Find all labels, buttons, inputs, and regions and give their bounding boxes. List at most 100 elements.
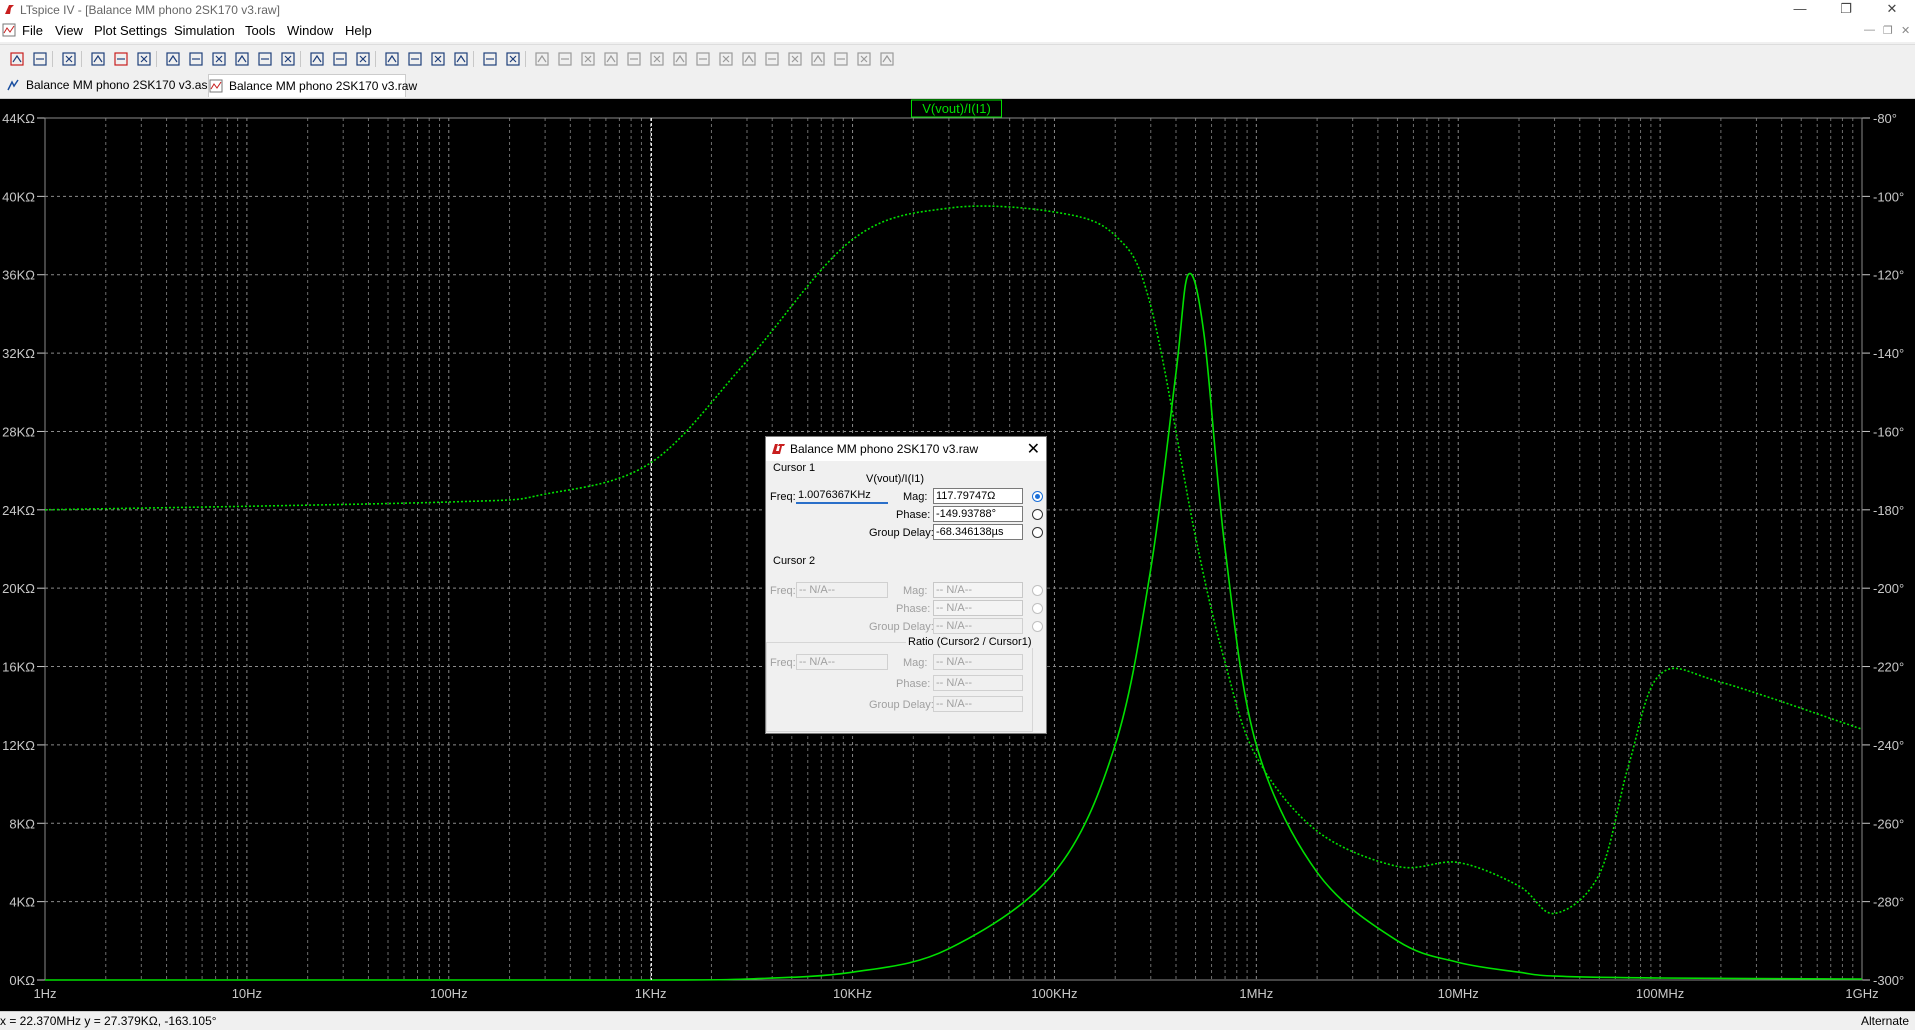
title-bar: LTspice IV - [Balance MM phono 2SK170 v3… (0, 0, 1915, 20)
mdi-minimize-icon[interactable]: — (1864, 24, 1875, 36)
redo-icon[interactable] (786, 50, 804, 68)
cursor2-group-delay-field[interactable]: -- N/A-- (933, 618, 1023, 634)
print-preview-icon[interactable] (481, 50, 499, 68)
cursor1-group-delay-field[interactable]: -68.346138µs (933, 524, 1023, 540)
paste-icon[interactable] (429, 50, 447, 68)
trace-label[interactable]: V(vout)/I(I1) (922, 101, 991, 116)
cursor2-phase-radio[interactable] (1032, 603, 1043, 614)
cursor2-mag-radio[interactable] (1032, 585, 1043, 596)
cursor-dialog: Balance MM phono 2SK170 v3.raw ✕ Cursor … (765, 436, 1047, 734)
menu-tools[interactable]: Tools (245, 23, 275, 38)
find-icon[interactable] (452, 50, 470, 68)
move-icon[interactable] (717, 50, 735, 68)
cursor1-mag-radio[interactable] (1032, 491, 1043, 502)
tile-vertical-icon[interactable] (354, 50, 372, 68)
y-left-tick-label: 44KΩ (2, 111, 35, 126)
y-left-tick-label: 28KΩ (2, 424, 35, 439)
x-tick-label: 100MHz (1636, 986, 1684, 1001)
cursor1-trace-name: V(vout)/I(I1) (866, 473, 925, 485)
ltspice-app-icon (5, 5, 14, 14)
cursor2-phase-label: Phase: (896, 603, 931, 615)
toolbar-separator (375, 51, 376, 67)
ratio-group-delay-field[interactable]: -- N/A-- (933, 696, 1023, 712)
run-icon[interactable] (112, 50, 130, 68)
menu-help[interactable]: Help (345, 23, 372, 38)
label-icon[interactable] (579, 50, 597, 68)
menu-simulation[interactable]: Simulation (174, 23, 235, 38)
component-icon[interactable] (694, 50, 712, 68)
x-tick-label: 1KHz (635, 986, 667, 1001)
toolbar (0, 44, 1915, 73)
zoom-extents-icon[interactable] (279, 50, 297, 68)
inductor-icon[interactable] (648, 50, 666, 68)
dialog-title-bar[interactable]: Balance MM phono 2SK170 v3.raw ✕ (766, 437, 1046, 461)
zoom-in-icon[interactable] (164, 50, 182, 68)
cursor1-phase-field[interactable]: -149.93788° (933, 506, 1023, 522)
menu-window[interactable]: Window (287, 23, 333, 38)
spice-directive-icon[interactable] (878, 50, 896, 68)
cursor1-phase-radio[interactable] (1032, 509, 1043, 520)
cursor1-freq-label: Freq: (770, 491, 796, 503)
minimize-icon[interactable]: — (1777, 0, 1823, 20)
ltspice-logo-icon (772, 444, 785, 454)
cut-icon[interactable] (383, 50, 401, 68)
zoom-out-icon[interactable] (210, 50, 228, 68)
cursor1-group-delay-radio[interactable] (1032, 527, 1043, 538)
ground-icon[interactable] (556, 50, 574, 68)
cursor2-mag-field[interactable]: -- N/A-- (933, 582, 1023, 598)
dialog-title: Balance MM phono 2SK170 v3.raw (790, 442, 979, 456)
schematic-icon (7, 79, 19, 91)
cursor2-group-delay-radio[interactable] (1032, 621, 1043, 632)
print-icon[interactable] (504, 50, 522, 68)
x-tick-label: 100Hz (430, 986, 468, 1001)
y-left-tick-label: 12KΩ (2, 738, 35, 753)
diode-icon[interactable] (671, 50, 689, 68)
tab-schematic[interactable]: Balance MM phono 2SK170 v3.asc (6, 74, 213, 96)
restore-icon[interactable]: ❐ (1823, 0, 1869, 20)
copy-icon[interactable] (406, 50, 424, 68)
new-schematic-icon[interactable] (8, 50, 26, 68)
wire-icon[interactable] (533, 50, 551, 68)
y-right-tick-label: -220° (1873, 660, 1904, 675)
resistor-icon[interactable] (602, 50, 620, 68)
tab-waveform[interactable]: Balance MM phono 2SK170 v3.raw (208, 74, 417, 97)
open-icon[interactable] (31, 50, 49, 68)
x-tick-label: 1GHz (1845, 986, 1878, 1001)
menu-file[interactable]: File (22, 23, 43, 38)
ratio-mag-field[interactable]: -- N/A-- (933, 654, 1023, 670)
y-right-tick-label: -240° (1873, 738, 1904, 753)
window-title: LTspice IV - [Balance MM phono 2SK170 v3… (20, 3, 280, 17)
ratio-phase-field[interactable]: -- N/A-- (933, 675, 1023, 691)
waveform-doc-icon (2, 23, 16, 37)
capacitor-icon[interactable] (625, 50, 643, 68)
menu-view[interactable]: View (55, 23, 83, 38)
ratio-freq-field[interactable]: -- N/A-- (796, 654, 888, 670)
cursor2-freq-field[interactable]: -- N/A-- (796, 582, 888, 598)
mdi-restore-icon[interactable]: ❐ (1883, 24, 1893, 37)
save-icon[interactable] (60, 50, 78, 68)
y-left-tick-label: 4KΩ (9, 895, 35, 910)
cursor1-freq-field[interactable]: 1.0076367KHz (796, 488, 888, 504)
cascade-icon[interactable] (331, 50, 349, 68)
halt-icon[interactable] (135, 50, 153, 68)
waveform-icon (209, 79, 223, 93)
y-left-tick-label: 36KΩ (2, 268, 35, 283)
zoom-back-icon[interactable] (187, 50, 205, 68)
cursor2-phase-field[interactable]: -- N/A-- (933, 600, 1023, 616)
cursor1-mag-field[interactable]: 117.79747Ω (933, 488, 1023, 504)
drag-icon[interactable] (740, 50, 758, 68)
mirror-icon[interactable] (832, 50, 850, 68)
menu-plot-settings[interactable]: Plot Settings (94, 23, 167, 38)
ratio-mag-label: Mag: (903, 657, 928, 669)
close-icon[interactable]: ✕ (1869, 0, 1915, 20)
tile-horizontal-icon[interactable] (308, 50, 326, 68)
dialog-close-icon[interactable]: ✕ (1027, 439, 1040, 459)
undo-icon[interactable] (763, 50, 781, 68)
y-left-tick-label: 32KΩ (2, 346, 35, 361)
control-panel-icon[interactable] (89, 50, 107, 68)
rotate-icon[interactable] (809, 50, 827, 68)
text-icon[interactable] (855, 50, 873, 68)
mdi-close-icon[interactable]: ✕ (1901, 24, 1910, 37)
autorange-icon[interactable] (256, 50, 274, 68)
zoom-fit-icon[interactable] (233, 50, 251, 68)
